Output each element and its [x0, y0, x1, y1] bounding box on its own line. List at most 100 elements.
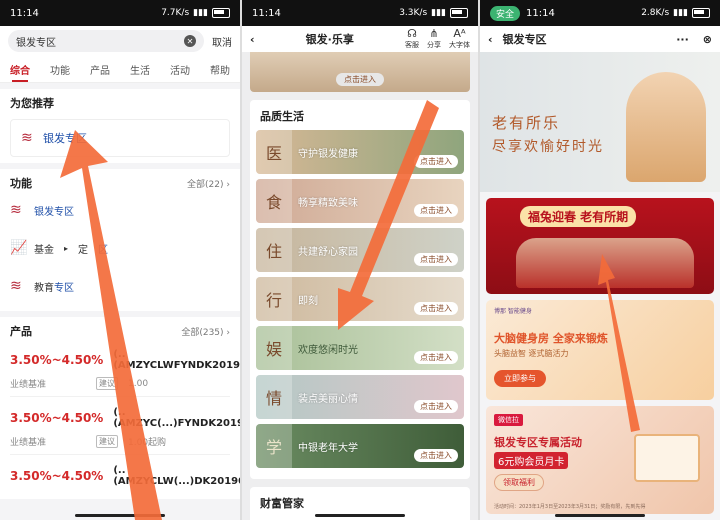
home-indicator: [75, 514, 165, 517]
page-title: 银发专区: [502, 33, 547, 46]
product-name: (..(AMZYCLWFYNDK2019021): [113, 349, 240, 371]
tab-product[interactable]: 产品: [90, 62, 110, 77]
product-name: (..(AMZYCLW(...)DK2019018): [113, 465, 240, 487]
back-icon[interactable]: ‹: [488, 33, 493, 46]
function-more-link[interactable]: 全部(22) ›: [187, 177, 230, 190]
membership-banner[interactable]: 微信拉 银发专区专属活动 6元购会员月卡 领取福利 活动时间：2023年1月3日…: [486, 406, 714, 514]
top-enter-button[interactable]: 点击进入: [336, 73, 384, 86]
function-item-label: 基金: [34, 244, 54, 256]
enter-button[interactable]: 点击进入: [414, 449, 458, 462]
life-item-mood[interactable]: 情装点美丽心情 点击进入: [256, 375, 464, 419]
recommend-item-label: 银发专区: [43, 132, 87, 145]
product-rate: 3.50%~4.50%: [10, 353, 104, 367]
hero-banner: 老有所乐 尽享欢愉好时光: [480, 52, 720, 192]
function-title: 功能: [10, 177, 32, 190]
product-title: 产品: [10, 325, 32, 338]
layers-icon: ≋: [10, 202, 22, 218]
tab-life[interactable]: 生活: [130, 62, 150, 77]
product-tag: 建议: [96, 377, 119, 390]
banner3-title: 银发专区专属活动: [494, 436, 582, 449]
search-bar: 银发专区 ✕ 取消: [0, 26, 240, 56]
enter-button[interactable]: 点击进入: [414, 351, 458, 364]
status-time: 11:14: [10, 7, 39, 19]
close-icon[interactable]: ⊗: [703, 33, 712, 46]
quality-life-section: 品质生活 医守护银发健康 点击进入 食畅享精致美味 点击进入 住共建舒心家园 点击进入…: [250, 100, 470, 479]
life-item-housing[interactable]: 住共建舒心家园 点击进入: [256, 228, 464, 272]
life-item-leisure[interactable]: 娱欢度悠闲时光 点击进入: [256, 326, 464, 370]
back-icon[interactable]: ‹: [250, 33, 255, 46]
product-rate: 3.50%~4.50%: [10, 469, 104, 483]
join-button[interactable]: 立即参与: [494, 370, 546, 387]
signal-icon: ▮▮▮: [673, 8, 688, 18]
tab-help[interactable]: 帮助: [210, 62, 230, 77]
product-more-link[interactable]: 全部(235) ›: [181, 325, 230, 338]
product-row[interactable]: 3.50%~4.50% (..(AMZYC(...)FYNDK2019020) 业…: [10, 397, 240, 455]
header: ‹ 银发专区 ··· ⊗: [480, 26, 720, 52]
product-value: 1.00: [128, 378, 149, 389]
elderly-person-image: [626, 72, 706, 182]
more-icon[interactable]: ···: [676, 33, 689, 46]
tab-activity[interactable]: 活动: [170, 62, 190, 77]
life-item-food[interactable]: 食畅享精致美味 点击进入: [256, 179, 464, 223]
font-size-icon: Aᴬ: [453, 27, 466, 40]
function-section: 功能 全部(22) › ≋ 银发专区 📈 基金 ▸ 定 区 ≋ 教育 专区: [0, 169, 240, 311]
product-value: 1.00起购: [128, 438, 167, 448]
share-icon: ⋔: [429, 27, 439, 40]
hero-line1: 老有所乐: [492, 114, 561, 132]
network-speed: 3.3K/s: [399, 8, 428, 18]
enter-button[interactable]: 点击进入: [414, 204, 458, 217]
silver-enjoy-screen: 11:14 3.3K/s ▮▮▮ ‹ 银发·乐享 ☊ 客服 ⋔ 分享 Aᴬ 大字体 点击…: [242, 0, 478, 520]
member-card-image: [634, 434, 700, 482]
function-item-label: 银发专区: [34, 206, 74, 218]
function-item-label-b: 定: [78, 244, 89, 256]
brain-gym-banner[interactable]: 博那 智能健身 大脑健身房 全家来锻炼 头脑益智 逐式脑活力 立即参与: [486, 300, 714, 400]
search-value: 银发专区: [16, 37, 56, 49]
share-button[interactable]: ⋔ 分享: [427, 28, 441, 50]
enter-button[interactable]: 点击进入: [414, 253, 458, 266]
product-row[interactable]: 3.50%~4.50% (..(AMZYCLW(...)DK2019018): [10, 455, 240, 493]
customer-service-button[interactable]: ☊ 客服: [405, 28, 419, 50]
search-input[interactable]: 银发专区 ✕: [8, 30, 204, 52]
product-tag: 建议: [96, 435, 119, 448]
page-title: 银发·乐享: [305, 33, 354, 46]
recommend-section: 为您推荐 ≋ 银发专区: [0, 89, 240, 163]
enter-button[interactable]: 点击进入: [414, 400, 458, 413]
home-indicator: [315, 514, 405, 517]
function-item-education[interactable]: ≋ 教育 专区: [10, 267, 230, 305]
product-base: 业绩基准: [10, 438, 47, 448]
layers-icon: ≋: [21, 130, 33, 146]
result-tabs: 综合 功能 产品 生活 活动 帮助: [0, 56, 240, 83]
function-item-silver-zone[interactable]: ≋ 银发专区: [10, 191, 230, 229]
product-rate: 3.50%~4.50%: [10, 411, 104, 425]
search-results-screen: 11:14 7.7K/s ▮▮▮ 银发专区 ✕ 取消 综合 功能 产品 生活 活动…: [0, 0, 240, 520]
section-title: 品质生活: [260, 110, 304, 123]
spring-festival-banner[interactable]: 福兔迎春 老有所期: [486, 198, 714, 294]
life-item-study[interactable]: 学中银老年大学 点击进入: [256, 424, 464, 468]
life-item-medical[interactable]: 医守护银发健康 点击进入: [256, 130, 464, 174]
banner2-brand: 博那 智能健身: [494, 308, 532, 315]
network-speed: 2.8K/s: [641, 8, 670, 18]
chart-icon: 📈: [10, 240, 28, 256]
banner3-subtitle: 6元购会员月卡: [494, 452, 569, 469]
product-section: 产品 全部(235) › 3.50%~4.50% (..(AMZYCLWFYNDK2…: [0, 317, 240, 499]
recommend-item-silver-zone[interactable]: ≋ 银发专区: [10, 119, 230, 157]
status-time: 11:14: [526, 7, 555, 19]
network-speed: 7.7K/s: [161, 8, 190, 18]
function-item-label-c: 区: [98, 244, 109, 256]
font-size-button[interactable]: Aᴬ 大字体: [449, 28, 470, 50]
header: ‹ 银发·乐享 ☊ 客服 ⋔ 分享 Aᴬ 大字体: [242, 26, 478, 52]
tab-all[interactable]: 综合: [10, 62, 30, 82]
recommend-title: 为您推荐: [10, 97, 54, 110]
function-item-fund[interactable]: 📈 基金 ▸ 定 区: [10, 229, 230, 267]
enter-button[interactable]: 点击进入: [414, 302, 458, 315]
product-base: 业绩基准: [10, 380, 47, 390]
tab-function[interactable]: 功能: [50, 62, 70, 77]
product-row[interactable]: 3.50%~4.50% (..(AMZYCLWFYNDK2019021) 业绩基准…: [10, 339, 240, 397]
clear-icon[interactable]: ✕: [184, 35, 196, 47]
home-indicator: [555, 514, 645, 517]
banner2-subtitle: 头脑益智 逐式脑活力: [494, 349, 569, 358]
cancel-button[interactable]: 取消: [212, 34, 232, 49]
enter-button[interactable]: 点击进入: [414, 155, 458, 168]
claim-button[interactable]: 领取福利: [494, 474, 544, 491]
life-item-travel[interactable]: 行即刻 点击进入: [256, 277, 464, 321]
